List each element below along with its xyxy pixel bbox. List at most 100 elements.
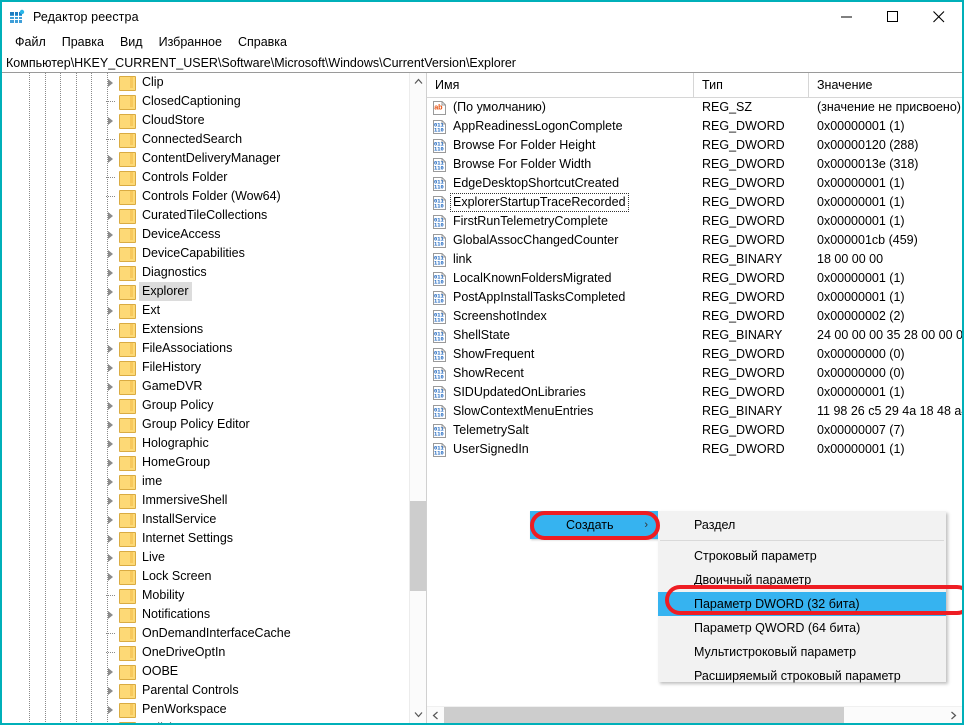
tree-item-lock-screen[interactable]: Lock Screen xyxy=(2,567,409,586)
tree-item-controls-folder[interactable]: Controls Folder xyxy=(2,168,409,187)
tree-scroll-thumb[interactable] xyxy=(410,501,426,591)
tree-vertical-scrollbar[interactable] xyxy=(409,73,426,723)
menu-item[interactable]: Расширяемый строковый параметр xyxy=(658,664,946,688)
table-row[interactable]: 011 110 PostAppInstallTasksCompleted REG_DW… xyxy=(427,288,962,307)
menu-item[interactable]: Строковый параметр xyxy=(658,544,946,568)
values-horizontal-scrollbar[interactable] xyxy=(427,706,962,723)
chevron-right-icon[interactable] xyxy=(102,491,118,510)
values-list[interactable]: ab (По умолчанию) REG_SZ (значение не присв… xyxy=(427,98,962,459)
chevron-right-icon[interactable] xyxy=(102,472,118,491)
chevron-right-icon[interactable] xyxy=(102,681,118,700)
tree-item-ime[interactable]: ime xyxy=(2,472,409,491)
menu-edit[interactable]: Правка xyxy=(54,33,112,51)
registry-tree[interactable]: Clip ClosedCaptioning CloudStore ConnectedS… xyxy=(2,73,409,723)
menu-item[interactable]: Мультистроковый параметр xyxy=(658,640,946,664)
chevron-right-icon[interactable] xyxy=(102,377,118,396)
chevron-right-icon[interactable] xyxy=(102,415,118,434)
chevron-right-icon[interactable] xyxy=(102,567,118,586)
tree-item-notifications[interactable]: Notifications xyxy=(2,605,409,624)
table-row[interactable]: 011 110 EdgeDesktopShortcutCreated REG_DWOR… xyxy=(427,174,962,193)
column-header-type[interactable]: Тип xyxy=(693,73,808,98)
chevron-right-icon[interactable] xyxy=(102,700,118,719)
tree-item-curatedtilecollections[interactable]: CuratedTileCollections xyxy=(2,206,409,225)
menu-view[interactable]: Вид xyxy=(112,33,151,51)
tree-scroll-track[interactable] xyxy=(410,90,426,706)
address-bar[interactable]: Компьютер\HKEY_CURRENT_USER\Software\Mic… xyxy=(2,53,962,73)
tree-item-group-policy[interactable]: Group Policy xyxy=(2,396,409,415)
table-row[interactable]: 011 110 SlowContextMenuEntries REG_BINARY 11… xyxy=(427,402,962,421)
chevron-right-icon[interactable] xyxy=(102,358,118,377)
menu-item[interactable]: Двоичный параметр xyxy=(658,568,946,592)
menu-item[interactable]: Раздел xyxy=(658,513,946,537)
table-row[interactable]: 011 110 Browse For Folder Width REG_DWORD 0x… xyxy=(427,155,962,174)
tree-item-clip[interactable]: Clip xyxy=(2,73,409,92)
chevron-right-icon[interactable] xyxy=(102,111,118,130)
table-row[interactable]: 011 110 ScreenshotIndex REG_DWORD 0x00000002… xyxy=(427,307,962,326)
tree-item-devicecapabilities[interactable]: DeviceCapabilities xyxy=(2,244,409,263)
tree-item-live[interactable]: Live xyxy=(2,548,409,567)
tree-item-ondemandinterfacecache[interactable]: OnDemandInterfaceCache xyxy=(2,624,409,643)
chevron-right-icon[interactable] xyxy=(102,339,118,358)
tree-item-contentdeliverymanager[interactable]: ContentDeliveryManager xyxy=(2,149,409,168)
scroll-up-arrow-icon[interactable] xyxy=(410,73,426,90)
menu-help[interactable]: Справка xyxy=(230,33,295,51)
tree-item-connectedsearch[interactable]: ConnectedSearch xyxy=(2,130,409,149)
tree-item-homegroup[interactable]: HomeGroup xyxy=(2,453,409,472)
table-row[interactable]: 011 110 FirstRunTelemetryComplete REG_DWORD… xyxy=(427,212,962,231)
tree-item-penworkspace[interactable]: PenWorkspace xyxy=(2,700,409,719)
chevron-right-icon[interactable] xyxy=(102,263,118,282)
tree-item-parental-controls[interactable]: Parental Controls xyxy=(2,681,409,700)
menu-item-create[interactable]: Создать › xyxy=(530,511,658,539)
horizontal-scroll-thumb[interactable] xyxy=(444,707,844,723)
chevron-right-icon[interactable] xyxy=(102,244,118,263)
tree-item-deviceaccess[interactable]: DeviceAccess xyxy=(2,225,409,244)
chevron-right-icon[interactable] xyxy=(102,719,118,723)
tree-item-mobility[interactable]: Mobility xyxy=(2,586,409,605)
menu-item[interactable]: Параметр DWORD (32 бита) xyxy=(658,592,946,616)
maximize-button[interactable] xyxy=(870,2,916,31)
table-row[interactable]: 011 110 ExplorerStartupTraceRecorded REG_DW… xyxy=(427,193,962,212)
chevron-right-icon[interactable] xyxy=(102,73,118,92)
table-row[interactable]: 011 110 Browse For Folder Height REG_DWORD 0… xyxy=(427,136,962,155)
scroll-right-arrow-icon[interactable] xyxy=(945,707,962,723)
menu-item[interactable]: Параметр QWORD (64 бита) xyxy=(658,616,946,640)
chevron-right-icon[interactable] xyxy=(102,149,118,168)
table-row[interactable]: 011 110 ShowRecent REG_DWORD 0x00000000 (0) xyxy=(427,364,962,383)
tree-item-ext[interactable]: Ext xyxy=(2,301,409,320)
chevron-right-icon[interactable] xyxy=(102,662,118,681)
chevron-right-icon[interactable] xyxy=(102,548,118,567)
table-row[interactable]: 011 110 TelemetrySalt REG_DWORD 0x00000007 (… xyxy=(427,421,962,440)
chevron-right-icon[interactable] xyxy=(102,434,118,453)
tree-item-onedriveoptin[interactable]: OneDriveOptIn xyxy=(2,643,409,662)
tree-item-closedcaptioning[interactable]: ClosedCaptioning xyxy=(2,92,409,111)
chevron-right-icon[interactable] xyxy=(102,453,118,472)
menu-file[interactable]: Файл xyxy=(7,33,54,51)
tree-item-filehistory[interactable]: FileHistory xyxy=(2,358,409,377)
tree-item-installservice[interactable]: InstallService xyxy=(2,510,409,529)
tree-item-holographic[interactable]: Holographic xyxy=(2,434,409,453)
context-menu-submenu[interactable]: Раздел Строковый параметр Двоичный парамет… xyxy=(658,511,946,683)
chevron-right-icon[interactable] xyxy=(102,301,118,320)
tree-item-oobe[interactable]: OOBE xyxy=(2,662,409,681)
tree-item-controls-folder-wow64-[interactable]: Controls Folder (Wow64) xyxy=(2,187,409,206)
chevron-right-icon[interactable] xyxy=(102,605,118,624)
menu-favorites[interactable]: Избранное xyxy=(151,33,230,51)
chevron-right-icon[interactable] xyxy=(102,282,118,301)
tree-item-extensions[interactable]: Extensions xyxy=(2,320,409,339)
tree-item-explorer[interactable]: Explorer xyxy=(2,282,409,301)
chevron-right-icon[interactable] xyxy=(102,206,118,225)
tree-item-fileassociations[interactable]: FileAssociations xyxy=(2,339,409,358)
table-row[interactable]: 011 110 GlobalAssocChangedCounter REG_DWORD… xyxy=(427,231,962,250)
table-row[interactable]: 011 110 AppReadinessLogonComplete REG_DWORD… xyxy=(427,117,962,136)
chevron-right-icon[interactable] xyxy=(102,396,118,415)
tree-item-gamedvr[interactable]: GameDVR xyxy=(2,377,409,396)
column-header-name[interactable]: Имя xyxy=(427,73,693,98)
column-header-value[interactable]: Значение xyxy=(808,73,962,98)
tree-item-policies[interactable]: Policies xyxy=(2,719,409,723)
table-row[interactable]: 011 110 ShowFrequent REG_DWORD 0x00000000 (0… xyxy=(427,345,962,364)
minimize-button[interactable] xyxy=(824,2,870,31)
chevron-right-icon[interactable] xyxy=(102,510,118,529)
close-button[interactable] xyxy=(916,2,962,31)
table-row[interactable]: 011 110 ShellState REG_BINARY 24 00 00 00 35… xyxy=(427,326,962,345)
scroll-left-arrow-icon[interactable] xyxy=(427,707,444,723)
